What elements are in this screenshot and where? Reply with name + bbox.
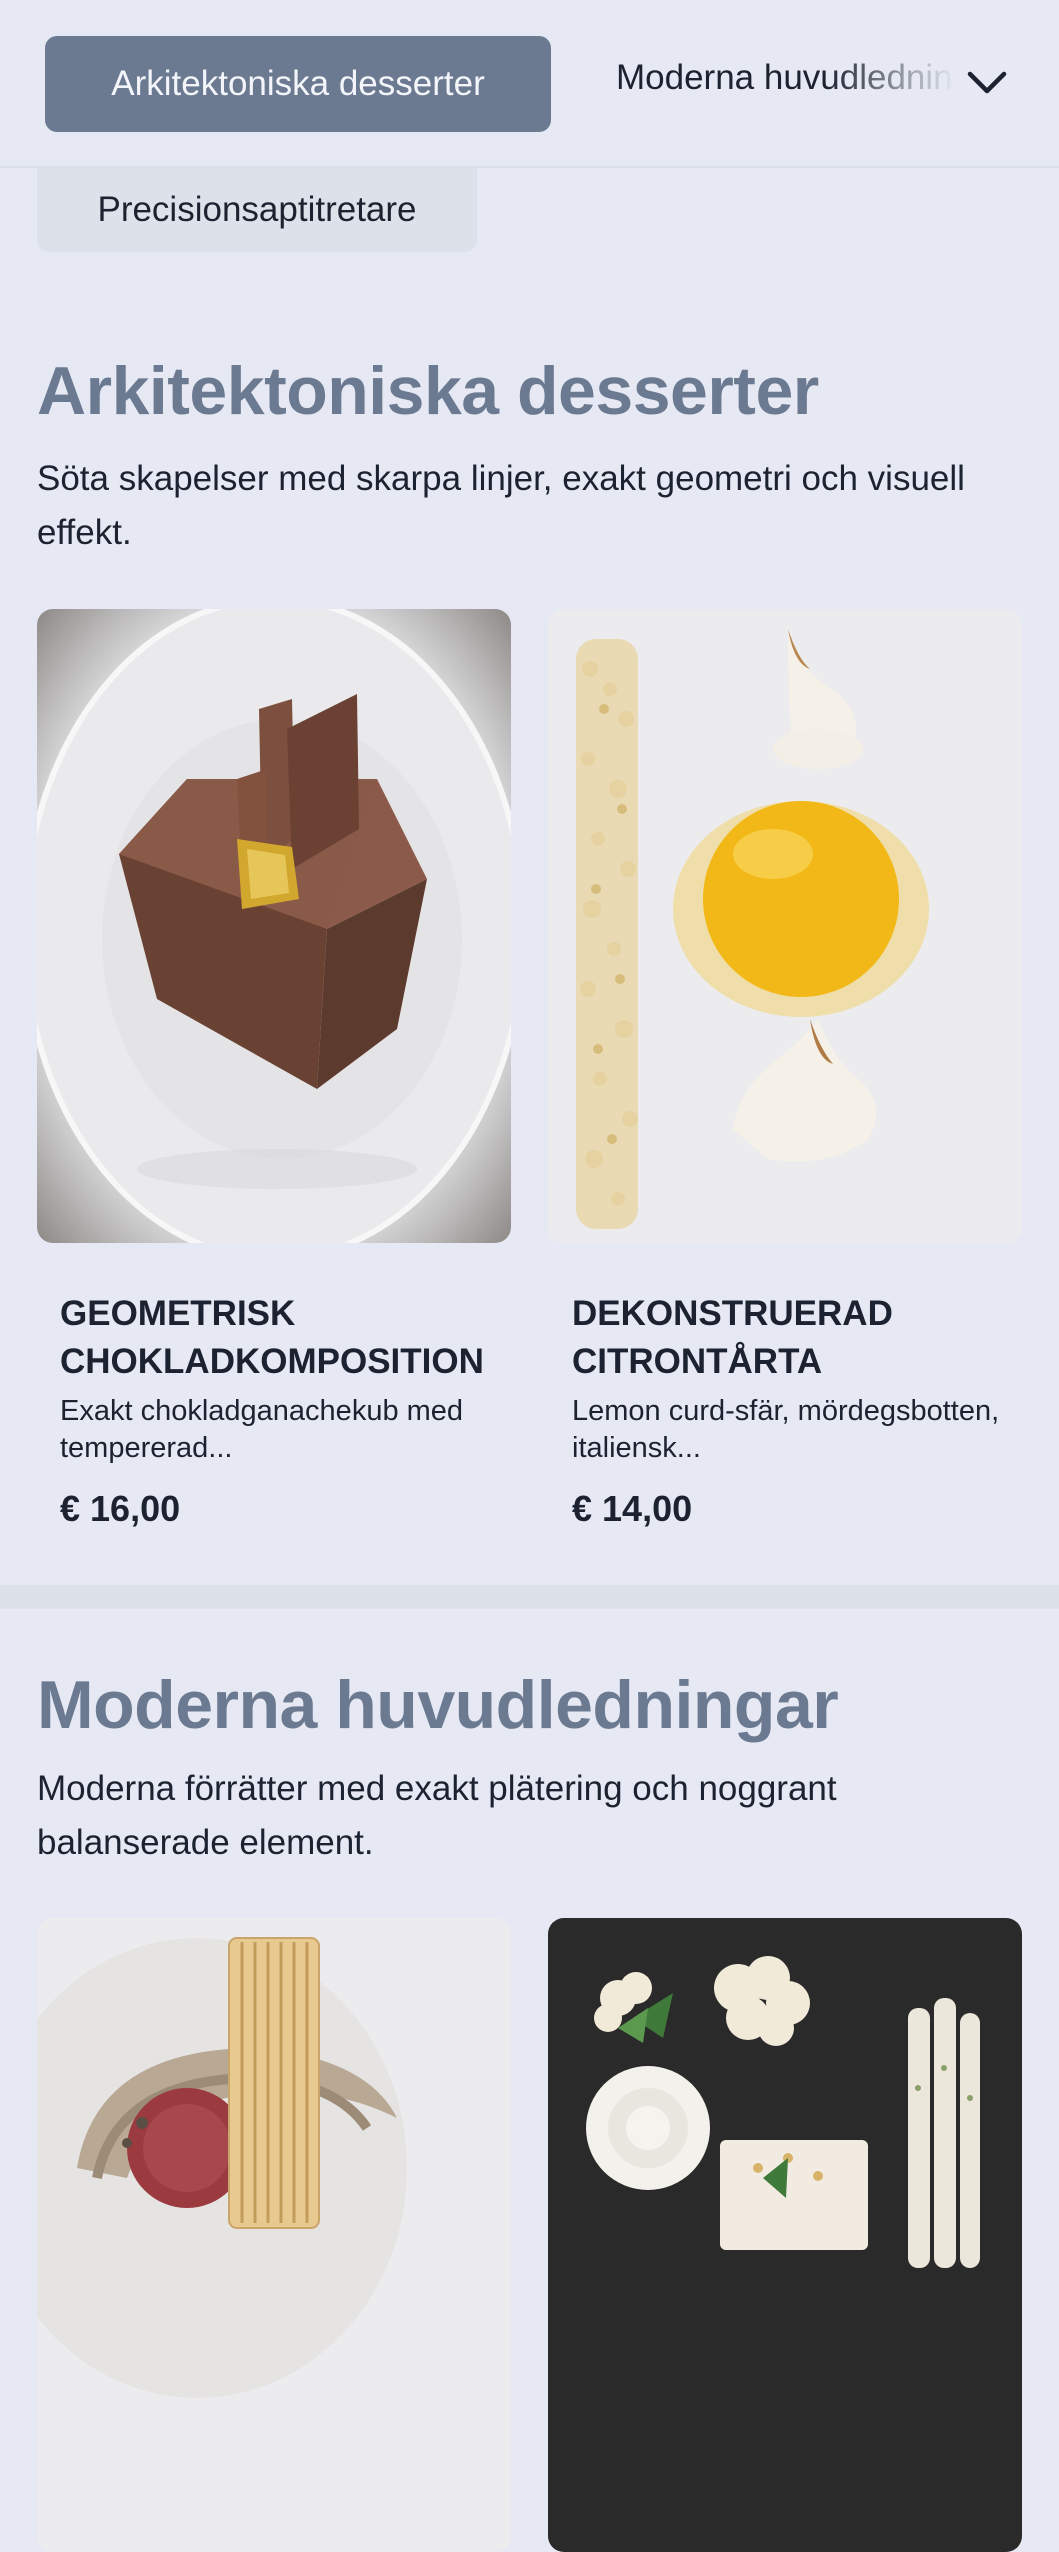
section-description: Moderna förrätter med exakt plätering oc… bbox=[37, 1769, 837, 1862]
lemon-tart-image[interactable] bbox=[548, 609, 1022, 1243]
main-course-image-2[interactable] bbox=[548, 1918, 1022, 2552]
section-arkitektoniska-desserter: Arkitektoniska desserter Söta skapelser … bbox=[0, 0, 1059, 1585]
dish-price: € 14,00 bbox=[572, 1488, 693, 1529]
chocolate-cube-image[interactable] bbox=[37, 609, 511, 1243]
dish-description: Exakt chokladganachekub med tempererad..… bbox=[60, 1395, 464, 1464]
dish-title: DEKONSTRUERAD CITRONTÅRTA bbox=[572, 1294, 893, 1381]
section-description: Söta skapelser med skarpa linjer, exakt … bbox=[37, 459, 965, 552]
dish-price: € 16,00 bbox=[60, 1488, 181, 1529]
section-moderna-huvudledningar: Moderna huvudledningar Moderna förrätter… bbox=[0, 1609, 1059, 2552]
main-course-image-1[interactable] bbox=[37, 1918, 511, 2552]
section-divider bbox=[0, 1585, 1059, 1609]
section-title: Arkitektoniska desserter bbox=[37, 353, 819, 429]
section-title: Moderna huvudledningar bbox=[37, 1667, 839, 1743]
dish-description: Lemon curd-sfär, mördegsbotten, italiens… bbox=[572, 1395, 1000, 1464]
dish-title: GEOMETRISK CHOKLADKOMPOSITION bbox=[60, 1294, 484, 1381]
